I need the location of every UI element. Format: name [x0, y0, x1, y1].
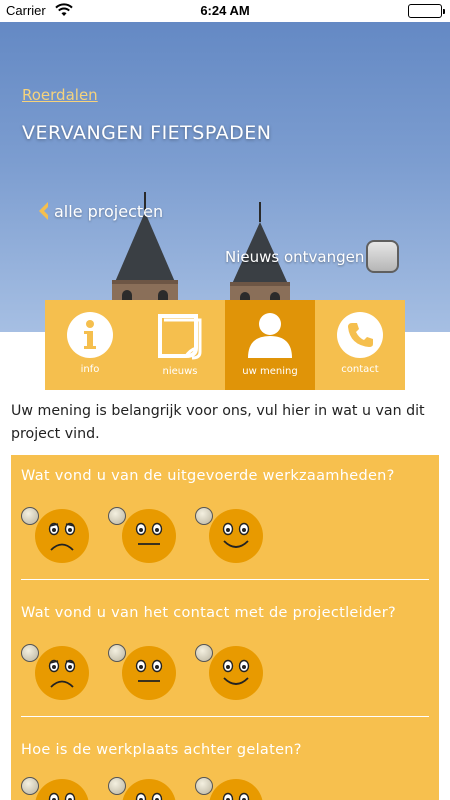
news-subscribe-toggle[interactable]: Nieuws ontvangen	[225, 240, 400, 273]
neutral-face-icon	[122, 646, 176, 700]
back-label: alle projecten	[54, 201, 164, 221]
question-text: Wat vond u van de uitgevoerde werkzaamhe…	[21, 468, 395, 484]
survey-panel: Wat vond u van de uitgevoerde werkzaamhe…	[11, 455, 439, 800]
project-header: Roerdalen VERVANGEN FIETSPADEN alle proj…	[0, 22, 450, 332]
rating-option-sad[interactable]	[21, 644, 101, 704]
rating-option-sad[interactable]	[21, 777, 101, 800]
tab-contact[interactable]: contact	[315, 300, 405, 390]
neutral-face-icon	[122, 779, 176, 800]
rating-option-happy[interactable]	[195, 644, 275, 704]
neutral-face-icon	[122, 509, 176, 563]
clock: 6:24 AM	[200, 3, 250, 18]
sad-face-icon	[35, 646, 89, 700]
rating-option-neutral[interactable]	[108, 644, 188, 704]
back-button[interactable]: alle projecten	[36, 200, 163, 222]
divider	[21, 716, 429, 717]
tab-info[interactable]: info	[45, 300, 135, 390]
divider	[21, 579, 429, 580]
intro-text: Uw mening is belangrijk voor ons, vul hi…	[11, 403, 425, 442]
status-bar: Carrier 6:24 AM	[0, 0, 450, 22]
tab-opinion-label: uw mening	[242, 366, 298, 377]
chevron-left-icon	[39, 202, 48, 220]
tab-contact-label: contact	[341, 364, 379, 375]
rating-option-happy[interactable]	[195, 507, 275, 567]
tab-news[interactable]: nieuws	[135, 300, 225, 390]
battery-icon	[408, 4, 445, 18]
sad-face-icon	[35, 779, 89, 800]
tab-info-label: info	[80, 364, 100, 375]
rating-option-happy[interactable]	[195, 777, 275, 800]
news-icon	[156, 312, 204, 360]
rating-option-sad[interactable]	[21, 507, 101, 567]
happy-face-icon	[209, 509, 263, 563]
tab-news-label: nieuws	[162, 366, 198, 377]
project-tabs: info nieuws uw mening contact	[45, 300, 405, 390]
question-text: Hoe is de werkplaats achter gelaten?	[21, 742, 302, 758]
breadcrumb-link[interactable]: Roerdalen	[22, 86, 98, 104]
rating-option-neutral[interactable]	[108, 777, 188, 800]
rating-option-neutral[interactable]	[108, 507, 188, 567]
happy-face-icon	[209, 646, 263, 700]
sad-face-icon	[35, 509, 89, 563]
info-icon	[67, 312, 113, 358]
phone-icon	[337, 312, 383, 358]
news-subscribe-checkbox[interactable]	[366, 240, 400, 273]
person-icon	[244, 312, 296, 360]
tab-opinion[interactable]: uw mening	[225, 300, 315, 390]
question-text: Wat vond u van het contact met de projec…	[21, 605, 396, 621]
happy-face-icon	[209, 779, 263, 800]
news-subscribe-label: Nieuws ontvangen	[225, 247, 365, 266]
page-title: VERVANGEN FIETSPADEN	[22, 122, 272, 144]
